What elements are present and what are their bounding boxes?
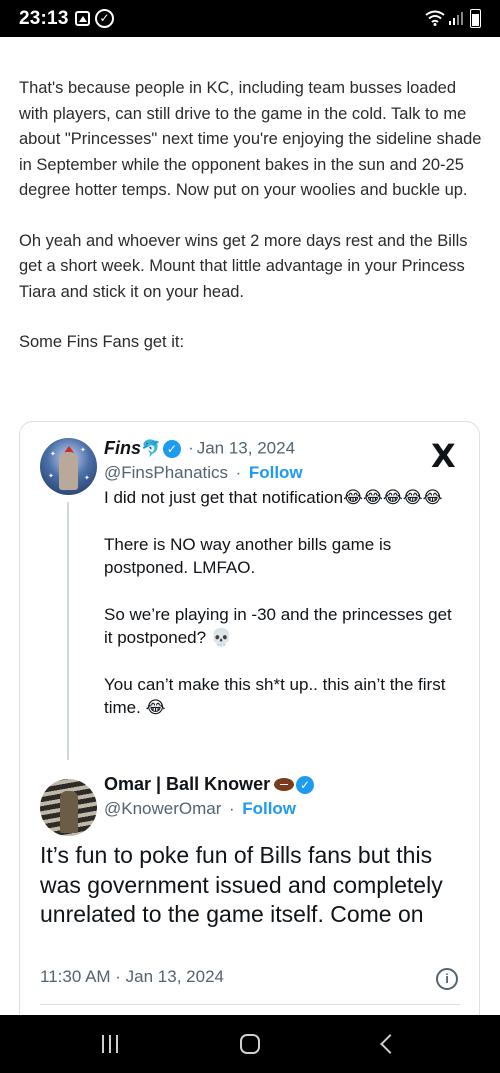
display-name[interactable]: Fins bbox=[104, 438, 141, 458]
dolphin-emoji: 🐬 bbox=[141, 440, 161, 458]
verified-badge-icon: ✓ bbox=[162, 439, 181, 458]
navigation-bar bbox=[0, 1015, 500, 1073]
laughing-emoji: 😂 bbox=[145, 698, 166, 717]
separator-dot: · bbox=[235, 464, 242, 482]
avatar[interactable]: ✦ ✦ ✦ ✦ bbox=[40, 438, 97, 495]
tweet-header: Fins🐬 ✓ · Jan 13, 2024 bbox=[104, 438, 295, 462]
separator-dot: · bbox=[188, 439, 194, 457]
info-icon[interactable]: i bbox=[436, 968, 458, 990]
handle[interactable]: @FinsPhanatics bbox=[104, 463, 228, 482]
status-bar: 23:13 ✓ bbox=[0, 0, 500, 37]
embedded-tweet[interactable]: ✦ ✦ ✦ ✦ Fins🐬 ✓ · Jan 13, 2024 @FinsPhanat… bbox=[19, 421, 480, 1061]
skull-emoji: 💀 bbox=[210, 628, 232, 647]
tweet-text: It’s fun to poke fun of Bills fans but t… bbox=[40, 842, 443, 927]
gallery-icon bbox=[75, 11, 90, 26]
signal-icon bbox=[449, 12, 463, 25]
follow-button[interactable]: Follow bbox=[249, 463, 303, 482]
post-paragraph: Oh yeah and whoever wins get 2 more days… bbox=[19, 231, 468, 301]
post-body: That's because people in KC, including t… bbox=[19, 76, 485, 356]
x-logo-icon[interactable]: X bbox=[431, 437, 456, 475]
separator-dot: · bbox=[229, 800, 235, 818]
tweet-text: I did not just get that notification😂😂😂😂… bbox=[104, 486, 454, 743]
divider bbox=[40, 1004, 460, 1005]
avatar[interactable] bbox=[40, 779, 97, 836]
post-paragraph: That's because people in KC, including t… bbox=[19, 79, 482, 199]
handle-row: @KnowerOmar · Follow bbox=[104, 799, 296, 819]
display-name[interactable]: Omar | Ball Knower bbox=[104, 774, 270, 794]
status-time: 23:13 bbox=[19, 8, 69, 29]
wifi-icon bbox=[425, 10, 445, 26]
tweet-line: I did not just get that notification bbox=[104, 488, 344, 507]
laughing-emoji: 😂😂😂😂😂 bbox=[343, 488, 443, 507]
back-icon[interactable] bbox=[380, 1034, 400, 1054]
post-paragraph: Some Fins Fans get it: bbox=[19, 333, 185, 351]
thread-line bbox=[67, 502, 69, 760]
home-icon[interactable] bbox=[240, 1034, 260, 1054]
battery-icon bbox=[470, 9, 481, 28]
check-circle-icon: ✓ bbox=[95, 9, 114, 28]
handle-row: @FinsPhanatics · Follow bbox=[104, 463, 303, 483]
verified-badge-icon: ✓ bbox=[296, 775, 315, 794]
handle[interactable]: @KnowerOmar bbox=[104, 799, 221, 818]
tweet-timestamp[interactable]: 11:30 AM · Jan 13, 2024 bbox=[40, 967, 224, 987]
tweet-line: There is NO way another bills game is po… bbox=[104, 534, 392, 578]
recents-icon[interactable] bbox=[100, 1035, 120, 1053]
tweet-date[interactable]: Jan 13, 2024 bbox=[197, 439, 295, 458]
football-icon bbox=[274, 778, 295, 791]
tweet-line: So we’re playing in -30 and the princess… bbox=[104, 604, 452, 648]
follow-button[interactable]: Follow bbox=[242, 799, 296, 818]
tweet-header: Omar | Ball Knower ✓ bbox=[104, 774, 315, 795]
